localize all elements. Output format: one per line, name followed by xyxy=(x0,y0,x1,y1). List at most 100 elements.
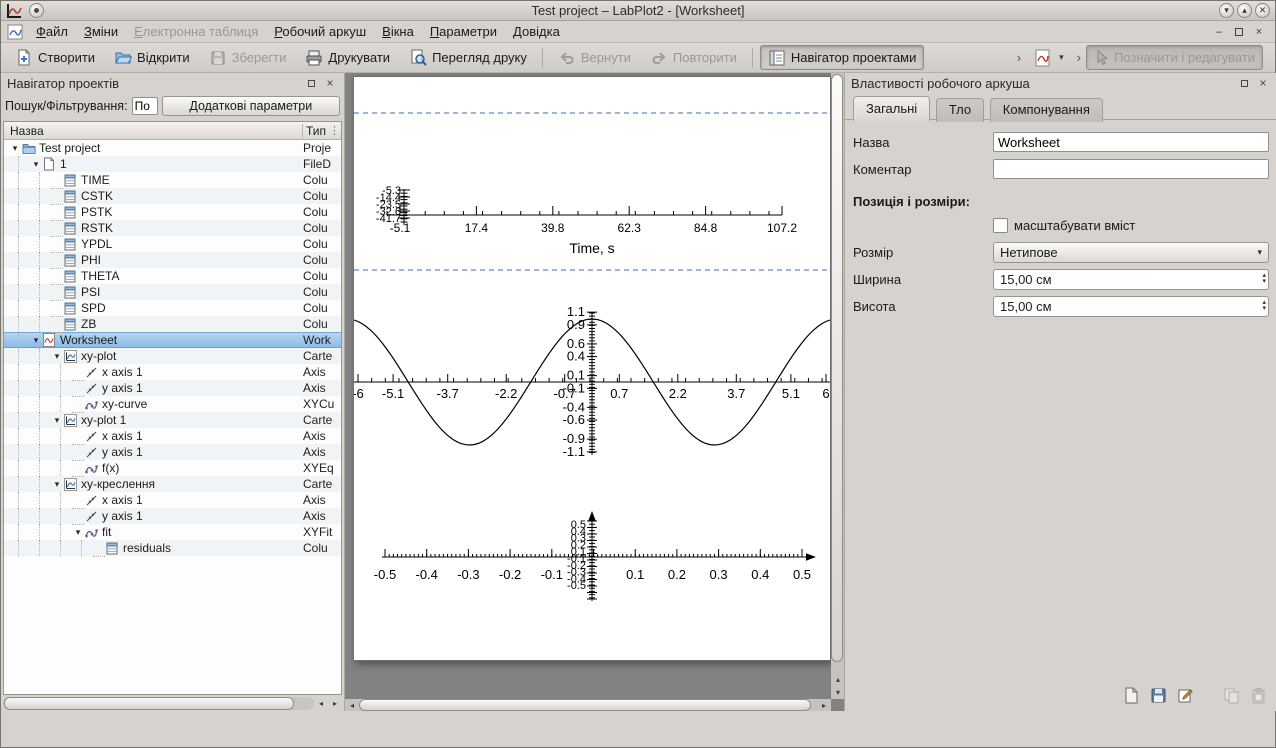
dock-close-icon[interactable]: × xyxy=(1255,76,1271,90)
dock-float-icon[interactable] xyxy=(303,76,319,90)
properties-dock-title[interactable]: Властивості робочого аркуша × xyxy=(845,73,1276,93)
new-button[interactable]: Створити xyxy=(7,45,103,70)
tree-row[interactable]: RSTKColu xyxy=(4,220,341,236)
save-template-button[interactable] xyxy=(1147,685,1169,705)
tree-row[interactable]: xy-curveXYCu xyxy=(4,396,341,412)
worksheet-vscrollbar[interactable]: ▴ ▾ xyxy=(831,73,844,699)
worksheet-page[interactable]: -5.117.439.862.384.8107.2Time, s-5.3-14.… xyxy=(353,76,831,661)
tree-row[interactable]: y axis 1Axis xyxy=(4,508,341,524)
titlebar[interactable]: Test project – LabPlot2 - [Worksheet] ▾ … xyxy=(1,1,1275,21)
tree-row[interactable]: ▾fitXYFit xyxy=(4,524,341,540)
scrollbar-thumb[interactable] xyxy=(831,74,843,662)
menu-item-5[interactable]: Параметри xyxy=(422,22,505,41)
expander-icon[interactable]: ▾ xyxy=(29,159,43,170)
comment-input[interactable] xyxy=(993,159,1269,179)
menu-item-3[interactable]: Робочий аркуш xyxy=(266,22,374,41)
menu-item-0[interactable]: Файл xyxy=(28,22,76,41)
minimize-button[interactable]: ▾ xyxy=(1219,3,1234,18)
size-combobox[interactable]: Нетипове ▾ xyxy=(993,242,1269,263)
scrollbar-thumb[interactable] xyxy=(4,697,294,710)
menu-item-6[interactable]: Довідка xyxy=(505,22,568,41)
scrollbar-track[interactable] xyxy=(3,697,314,710)
print-preview-button[interactable]: Перегляд друку xyxy=(401,45,535,70)
span-element: Друкувати xyxy=(328,50,390,65)
expander-icon[interactable]: ▾ xyxy=(50,415,64,426)
dock-float-icon[interactable] xyxy=(1236,76,1252,90)
tree-row[interactable]: PSTKColu xyxy=(4,204,341,220)
column-menu-icon[interactable]: ⋮ xyxy=(329,124,341,137)
scroll-right-icon[interactable]: ▸ xyxy=(817,699,831,711)
scroll-up-icon[interactable]: ▴ xyxy=(831,673,844,686)
tree-row[interactable]: ▾xy-кресленняCarte xyxy=(4,476,341,492)
advanced-options-button[interactable]: Додаткові параметри xyxy=(162,96,340,116)
print-button[interactable]: Друкувати xyxy=(297,45,398,70)
mdi-close-icon[interactable]: × xyxy=(1251,25,1267,39)
scrollbar-track[interactable] xyxy=(359,699,817,711)
tree-row[interactable]: ▾xy-plot 1Carte xyxy=(4,412,341,428)
tree-row[interactable]: x axis 1Axis xyxy=(4,428,341,444)
tree-row[interactable]: x axis 1Axis xyxy=(4,492,341,508)
maximize-button[interactable]: ▴ xyxy=(1237,3,1252,18)
scroll-down-icon[interactable]: ▾ xyxy=(831,686,844,699)
open-button[interactable]: Відкрити xyxy=(106,45,198,70)
tab-background[interactable]: Тло xyxy=(936,98,984,122)
expander-icon[interactable]: ▾ xyxy=(50,351,64,362)
tree-row[interactable]: ▾xy-plotCarte xyxy=(4,348,341,364)
filter-input[interactable] xyxy=(132,97,158,115)
column-header-type[interactable]: Тип xyxy=(303,124,329,138)
project-explorer-toggle[interactable]: Навігатор проектами xyxy=(760,45,925,70)
width-spinbox[interactable]: 15,00 см ▴▾ xyxy=(993,269,1269,290)
tree-row[interactable]: ZBColu xyxy=(4,316,341,332)
mdi-restore-icon[interactable] xyxy=(1231,25,1247,39)
tab-layout[interactable]: Компонування xyxy=(990,98,1103,122)
scroll-right-icon[interactable]: ▸ xyxy=(328,697,342,710)
mdi-minimize-icon[interactable]: – xyxy=(1211,25,1227,39)
load-template-button[interactable] xyxy=(1120,685,1142,705)
expander-icon[interactable]: ▾ xyxy=(29,335,43,346)
name-input[interactable] xyxy=(993,132,1269,152)
spin-down-icon[interactable]: ▾ xyxy=(1262,306,1266,312)
dock-close-icon[interactable]: × xyxy=(322,76,338,90)
tree-row[interactable]: y axis 1Axis xyxy=(4,380,341,396)
tree-item-label: THETA xyxy=(81,269,303,283)
tree-row[interactable]: PSIColu xyxy=(4,284,341,300)
scale-content-checkbox[interactable] xyxy=(993,218,1008,233)
spin-down-icon[interactable]: ▾ xyxy=(1262,279,1266,285)
expander-icon[interactable]: ▾ xyxy=(71,527,85,538)
toolbar-overflow-icon[interactable]: › xyxy=(1075,50,1083,65)
expander-icon[interactable]: ▾ xyxy=(50,479,64,490)
project-explorer-dock-title[interactable]: Навігатор проектів × xyxy=(1,73,344,93)
tree-row[interactable]: y axis 1Axis xyxy=(4,444,341,460)
tree-row[interactable]: x axis 1Axis xyxy=(4,364,341,380)
edit-template-button[interactable] xyxy=(1174,685,1196,705)
new-worksheet-element-button[interactable]: ▾ xyxy=(1026,45,1072,70)
scrollbar-thumb[interactable] xyxy=(359,699,811,711)
worksheet-hscrollbar[interactable]: ◂ ▸ xyxy=(345,699,831,711)
tree-row[interactable]: residualsColu xyxy=(4,540,341,556)
tree-row[interactable]: CSTKColu xyxy=(4,188,341,204)
tree-row[interactable]: PHIColu xyxy=(4,252,341,268)
tree-row[interactable]: SPDColu xyxy=(4,300,341,316)
scroll-left-icon[interactable]: ◂ xyxy=(345,699,359,711)
tree-row[interactable]: ▾Test projectProje xyxy=(4,140,341,156)
tab-general[interactable]: Загальні xyxy=(853,96,930,121)
menu-item-4[interactable]: Вікна xyxy=(374,22,422,41)
tree-row[interactable]: f(x)XYEq xyxy=(4,460,341,476)
tree-row[interactable]: ▾1FileD xyxy=(4,156,341,172)
close-button[interactable]: ✕ xyxy=(1255,3,1270,18)
tree-row[interactable]: TIMEColu xyxy=(4,172,341,188)
scroll-left-icon[interactable]: ◂ xyxy=(314,697,328,710)
project-tree: Назва Тип ⋮ ▾Test projectProje▾1FileDTIM… xyxy=(3,121,342,695)
window-menu-button[interactable] xyxy=(29,3,44,18)
column-header-name[interactable]: Назва xyxy=(4,124,303,138)
expander-icon[interactable]: ▾ xyxy=(8,143,22,154)
tree-row[interactable]: YPDLColu xyxy=(4,236,341,252)
toolbar-overflow-icon[interactable]: › xyxy=(1015,50,1023,65)
tree-row[interactable]: ▾WorksheetWork xyxy=(4,332,341,348)
file-icon xyxy=(43,157,60,171)
tree-header[interactable]: Назва Тип ⋮ xyxy=(4,122,341,140)
height-spinbox[interactable]: 15,00 см ▴▾ xyxy=(993,296,1269,317)
menu-item-1[interactable]: Зміни xyxy=(76,22,126,41)
explorer-hscrollbar[interactable]: ◂ ▸ xyxy=(3,696,342,710)
tree-row[interactable]: THETAColu xyxy=(4,268,341,284)
